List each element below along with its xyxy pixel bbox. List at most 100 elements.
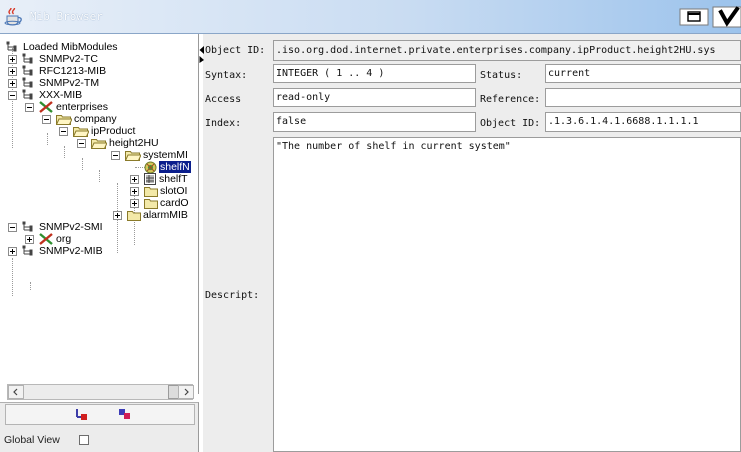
folder-open-icon <box>73 127 89 137</box>
tree-node-snmpv2-mib[interactable]: SNMPv2-MIB <box>0 245 198 257</box>
object-id-label: Object ID: <box>205 45 266 56</box>
tree-label: alarmMIB <box>143 209 188 221</box>
collapse-icon[interactable] <box>8 223 17 232</box>
tree-expand-icon[interactable] <box>74 408 88 422</box>
expand-icon[interactable] <box>130 187 139 196</box>
tree-node-ipproduct[interactable]: ipProduct <box>0 125 198 137</box>
tree-node-org[interactable]: org <box>0 233 198 245</box>
syntax-label: Syntax: <box>205 70 248 81</box>
expand-icon[interactable] <box>8 79 17 88</box>
global-view-checkbox[interactable] <box>79 435 89 445</box>
tree-horizontal-scrollbar[interactable] <box>7 384 194 400</box>
tree-label: SNMPv2-TC <box>39 53 98 65</box>
folder-icon <box>144 199 158 209</box>
tree-label: cardO <box>160 197 189 209</box>
index-label: Index: <box>205 118 242 129</box>
close-button[interactable] <box>712 6 741 28</box>
status-label: Status: <box>480 70 523 81</box>
access-label: Access <box>205 94 242 105</box>
mib-tree-panel[interactable]: Loaded MibModules SNMPv2-TC RFC1213-MIB … <box>0 34 199 394</box>
scroll-left-button[interactable] <box>8 385 24 399</box>
module-group-icon <box>6 41 17 52</box>
mib-module-icon <box>22 65 33 76</box>
tree-node-rfc1213-mib[interactable]: RFC1213-MIB <box>0 65 198 77</box>
tree-label: slotOI <box>160 185 188 197</box>
mib-module-icon <box>22 89 33 100</box>
oid-field[interactable]: .1.3.6.1.4.1.6688.1.1.1.1 <box>545 112 741 132</box>
tree-label: enterprises <box>56 101 108 113</box>
tree-node-snmpv2-tm[interactable]: SNMPv2-TM <box>0 77 198 89</box>
tree-label: systemMI <box>143 149 188 161</box>
oid-label: Object ID: <box>480 118 541 129</box>
tree-label: org <box>56 233 72 245</box>
mib-module-icon <box>22 245 33 256</box>
window-title: Mib Browser <box>30 10 103 23</box>
tree-label: height2HU <box>109 137 159 149</box>
table-icon <box>144 173 156 185</box>
tree-node-alarmmib[interactable]: alarmMIB <box>0 209 198 221</box>
scroll-right-button[interactable] <box>178 385 194 399</box>
folder-open-icon <box>91 139 107 149</box>
tree-node-slotoi[interactable]: slotOI <box>0 185 198 197</box>
node-cross-icon <box>39 101 53 113</box>
tree-node-snmpv2-smi[interactable]: SNMPv2-SMI <box>0 221 198 233</box>
restore-window-icon <box>679 8 709 26</box>
tree-node-enterprises[interactable]: enterprises <box>0 101 198 113</box>
java-cup-icon <box>4 6 24 26</box>
title-bar <box>0 0 741 34</box>
access-field[interactable]: read-only <box>273 88 476 107</box>
arrow-right-icon <box>184 388 189 396</box>
arrow-left-icon <box>13 388 18 396</box>
tree-collapse-icon[interactable] <box>118 408 132 422</box>
tree-node-systemmi[interactable]: systemMI <box>0 149 198 161</box>
object-id-field[interactable]: .iso.org.dod.internet.private.enterprise… <box>273 40 741 61</box>
tree-node-snmpv2-tc[interactable]: SNMPv2-TC <box>0 53 198 65</box>
expand-icon[interactable] <box>8 55 17 64</box>
tree-label: RFC1213-MIB <box>39 65 107 77</box>
folder-open-icon <box>125 151 141 161</box>
tree-toolbar <box>5 404 195 425</box>
expand-icon[interactable] <box>113 211 122 220</box>
collapse-icon[interactable] <box>77 139 86 148</box>
folder-icon <box>144 187 158 197</box>
global-view-label: Global View <box>4 434 60 446</box>
tree-label: SNMPv2-MIB <box>39 245 103 257</box>
tree-node-xxx-mib[interactable]: XXX-MIB <box>0 89 198 101</box>
syntax-field[interactable]: INTEGER ( 1 .. 4 ) <box>273 64 476 83</box>
expand-icon[interactable] <box>130 199 139 208</box>
tree-label: shelfT <box>159 173 188 185</box>
tree-label: Loaded MibModules <box>23 41 118 53</box>
tree-node-shelfn[interactable]: shelfN <box>0 161 198 174</box>
description-textarea[interactable]: "The number of shelf in current system" <box>273 137 741 452</box>
mib-module-icon <box>22 53 33 64</box>
collapse-icon[interactable] <box>25 103 34 112</box>
tree-node-cardo[interactable]: cardO <box>0 197 198 209</box>
reference-field[interactable] <box>545 88 741 107</box>
close-icon <box>712 6 741 28</box>
tree-label: ipProduct <box>91 125 136 137</box>
status-field[interactable]: current <box>545 64 741 83</box>
reference-label: Reference: <box>480 94 541 105</box>
collapse-icon[interactable] <box>59 127 68 136</box>
tree-node-height2hu[interactable]: height2HU <box>0 137 198 149</box>
tree-label: company <box>74 113 117 125</box>
restore-button[interactable] <box>679 8 709 26</box>
folder-open-icon <box>56 115 72 125</box>
expand-icon[interactable] <box>130 175 139 184</box>
expand-icon[interactable] <box>25 235 34 244</box>
expand-icon[interactable] <box>8 67 17 76</box>
tree-node-shelft[interactable]: shelfT <box>0 173 198 185</box>
mib-module-icon <box>22 221 33 232</box>
description-label: Descript: <box>205 290 260 301</box>
node-cross-icon <box>39 233 53 245</box>
tree-node-company[interactable]: company <box>0 113 198 125</box>
collapse-icon[interactable] <box>42 115 51 124</box>
tree-label: shelfN <box>159 161 191 173</box>
mib-module-icon <box>22 77 33 88</box>
index-field[interactable]: false <box>273 112 476 132</box>
expand-icon[interactable] <box>8 247 17 256</box>
tree-label: SNMPv2-TM <box>39 77 100 89</box>
collapse-icon[interactable] <box>111 151 120 160</box>
folder-icon <box>127 211 141 221</box>
collapse-icon[interactable] <box>8 91 17 100</box>
